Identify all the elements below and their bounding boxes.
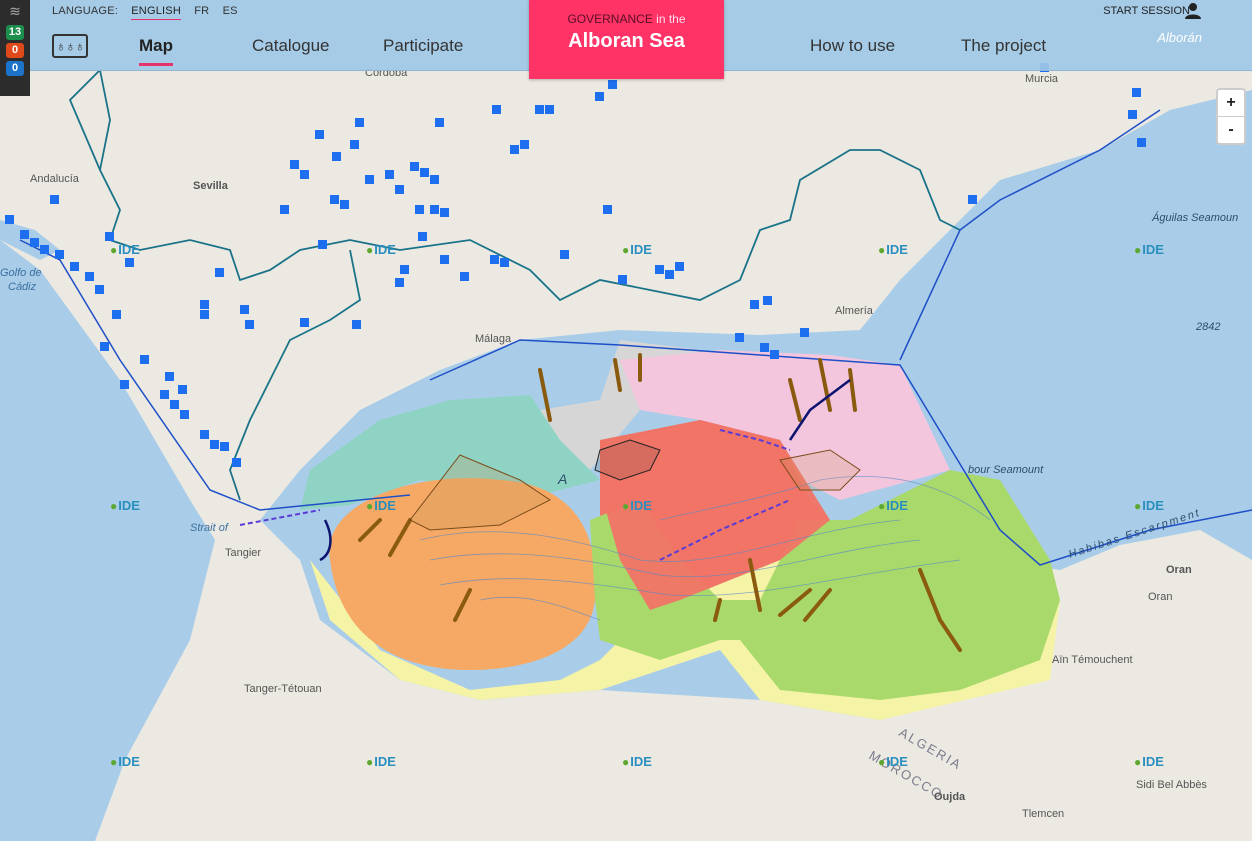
alboran-logo[interactable]: Alborán — [1157, 30, 1202, 45]
user-icon[interactable] — [1184, 2, 1202, 20]
zoom-control: + - — [1216, 88, 1246, 145]
label-golfo-1: Golfo de — [0, 267, 42, 279]
label-oran-1: Oran — [1166, 564, 1192, 576]
brand-banner[interactable]: GOVERNANCE in the Alboran Sea — [529, 0, 724, 79]
label-oran-2: Oran — [1148, 591, 1172, 603]
layer-count-green[interactable]: 13 — [6, 25, 24, 40]
ide-watermark: IDE — [1134, 242, 1164, 257]
zoom-out-button[interactable]: - — [1218, 116, 1244, 143]
nav-map[interactable]: Map — [139, 36, 173, 66]
label-sevilla: Sevilla — [193, 180, 229, 192]
label-malaga: Málaga — [475, 333, 512, 345]
label-tanger-tetouan: Tanger-Tétouan — [244, 683, 322, 695]
label-ain: Aïn Témouchent — [1052, 654, 1133, 666]
language-english[interactable]: ENGLISH — [131, 5, 181, 20]
ide-watermark: IDE — [110, 242, 140, 257]
label-oujda: Oujda — [934, 791, 966, 803]
label-almeria: Almería — [835, 305, 874, 317]
brand-title: Alboran Sea — [568, 30, 685, 52]
ide-watermark: IDE — [366, 242, 396, 257]
ide-watermark: IDE — [1134, 498, 1164, 513]
nav-the-project[interactable]: The project — [961, 36, 1046, 56]
ide-watermark: IDE — [622, 498, 652, 513]
ide-watermark: IDE — [366, 498, 396, 513]
ide-watermark: IDE — [622, 242, 652, 257]
layer-count-blue[interactable]: 0 — [6, 61, 24, 76]
ide-watermark: IDE — [110, 754, 140, 769]
map-canvas[interactable]: Córdoba Murcia Andalucía Sevilla Golfo d… — [0, 0, 1252, 841]
ide-watermark: IDE — [366, 754, 396, 769]
label-aguilas: Águilas Seamoun — [1151, 211, 1238, 224]
ide-watermark: IDE — [110, 498, 140, 513]
language-fr[interactable]: FR — [194, 5, 209, 17]
label-golfo-2: Cádiz — [8, 281, 37, 293]
label-andalucia: Andalucía — [30, 173, 80, 185]
language-es[interactable]: ES — [223, 5, 238, 17]
label-tlemcen: Tlemcen — [1022, 808, 1064, 820]
layer-count-red[interactable]: 0 — [6, 43, 24, 58]
label-tangier: Tangier — [225, 547, 261, 559]
label-strait: Strait of — [190, 522, 229, 534]
zoom-in-button[interactable]: + — [1218, 90, 1244, 116]
layers-icon[interactable]: ≋ — [0, 0, 30, 22]
brand-governance: GOVERNANCE — [567, 12, 653, 26]
language-bar: LANGUAGE: ENGLISH FR ES — [52, 5, 248, 20]
label-murcia: Murcia — [1025, 73, 1059, 85]
label-alboran-a: A — [557, 471, 567, 487]
ide-watermark: IDE — [878, 754, 908, 769]
ide-watermark: IDE — [878, 242, 908, 257]
app-logo-icon[interactable]: ♁♁♁ — [52, 34, 88, 58]
language-label: LANGUAGE: — [52, 5, 118, 17]
label-seamount: bour Seamount — [968, 464, 1044, 476]
nav-catalogue[interactable]: Catalogue — [252, 36, 330, 56]
start-session-link[interactable]: START SESSION — [1103, 5, 1190, 17]
ide-watermark: IDE — [1134, 754, 1164, 769]
label-2842: 2842 — [1195, 321, 1220, 333]
nav-how-to-use[interactable]: How to use — [810, 36, 895, 56]
ide-watermark: IDE — [622, 754, 652, 769]
nav-participate[interactable]: Participate — [383, 36, 463, 56]
brand-in-the: in the — [652, 12, 686, 26]
label-sidi: Sidi Bel Abbès — [1136, 779, 1207, 791]
layer-panel: ≋ 13 0 0 — [0, 0, 30, 96]
ide-watermark: IDE — [878, 498, 908, 513]
